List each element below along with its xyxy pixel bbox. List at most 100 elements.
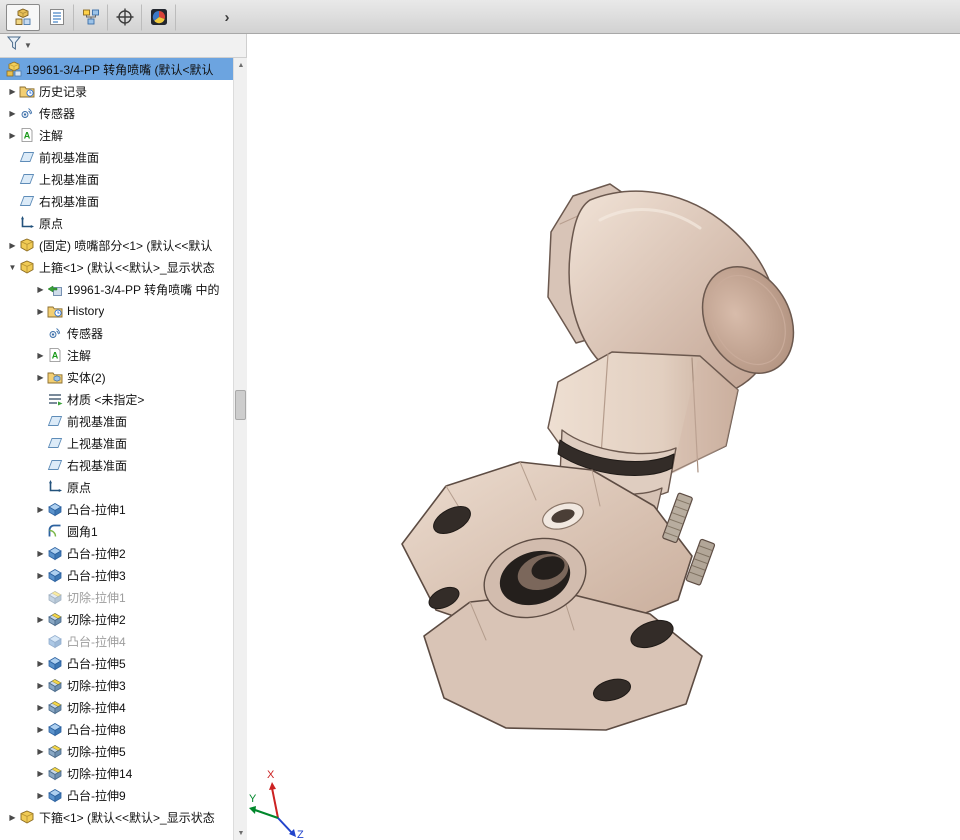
tree-item[interactable]: 材质 <未指定> (0, 388, 233, 410)
expand-arrow[interactable]: ▶ (6, 241, 19, 250)
plane-icon (47, 435, 63, 451)
tree-item[interactable]: 原点 (0, 476, 233, 498)
expand-arrow[interactable]: ▶ (34, 285, 47, 294)
tree-scrollbar[interactable]: ▲ ▼ (233, 58, 248, 840)
tree-item[interactable]: 传感器 (0, 322, 233, 344)
cut-icon (47, 699, 63, 715)
tree-item-label: 右视基准面 (39, 194, 100, 209)
tree-item[interactable]: 前视基准面 (0, 146, 233, 168)
expand-arrow[interactable]: ▶ (6, 87, 19, 96)
plane-icon (19, 193, 35, 209)
origin-icon (47, 479, 63, 495)
filter-caret-icon[interactable]: ▼ (24, 41, 32, 50)
expand-arrow[interactable]: ▶ (6, 813, 19, 822)
tree-item[interactable]: ▶ 凸台-拉伸8 (0, 718, 233, 740)
tree-item-label: History (67, 304, 105, 318)
tree-item[interactable]: 凸台-拉伸4 (0, 630, 233, 652)
tree-item[interactable]: ▶ 凸台-拉伸9 (0, 784, 233, 806)
tree-item[interactable]: 上视基准面 (0, 168, 233, 190)
tab-propertymanager[interactable] (40, 3, 74, 31)
tree-item[interactable]: ▶ 19961-3/4-PP 转角喷嘴 中的 (0, 278, 233, 300)
expand-arrow[interactable]: ▶ (6, 131, 19, 140)
tree-item[interactable]: ▶ A 注解 (0, 124, 233, 146)
assembly-icon (6, 61, 22, 77)
tab-featuremanager-design-tree[interactable] (6, 3, 40, 31)
tree-item[interactable]: 19961-3/4-PP 转角喷嘴 (默认<默认 (0, 58, 233, 80)
expand-arrow[interactable]: ▶ (34, 549, 47, 558)
tree-item[interactable]: ▶ 传感器 (0, 102, 233, 124)
cut-icon (47, 589, 63, 605)
tree-item-label: 19961-3/4-PP 转角喷嘴 (默认<默认 (26, 62, 214, 77)
expand-arrow[interactable]: ▼ (6, 263, 19, 272)
plane-icon (19, 171, 35, 187)
tree-item[interactable]: ▶ 凸台-拉伸1 (0, 498, 233, 520)
boss-icon (47, 567, 63, 583)
scrollbar-down-icon[interactable]: ▼ (234, 826, 248, 840)
tree-item[interactable]: ▶ 切除-拉伸4 (0, 696, 233, 718)
tree-item[interactable]: ▶ 凸台-拉伸3 (0, 564, 233, 586)
expand-arrow[interactable]: ▶ (6, 109, 19, 118)
expand-arrow[interactable]: ▶ (34, 725, 47, 734)
tree-item[interactable]: ▶ 凸台-拉伸5 (0, 652, 233, 674)
svg-text:A: A (24, 131, 31, 141)
panel-flyout-chevron-icon[interactable]: › (216, 5, 238, 29)
expand-arrow[interactable]: ▶ (34, 351, 47, 360)
tree-item-label: 右视基准面 (67, 458, 128, 473)
tree-item[interactable]: ▶ 切除-拉伸2 (0, 608, 233, 630)
origin-icon (19, 215, 35, 231)
filter-funnel-icon[interactable] (6, 35, 22, 56)
expand-arrow[interactable]: ▶ (34, 769, 47, 778)
tree-item[interactable]: ▶ 切除-拉伸3 (0, 674, 233, 696)
expand-arrow[interactable]: ▶ (34, 615, 47, 624)
graphics-viewport[interactable]: X Y Z (247, 34, 960, 840)
tree-item[interactable]: ▼ 上箍<1> (默认<<默认>_显示状态 (0, 256, 233, 278)
tree-item[interactable]: 右视基准面 (0, 454, 233, 476)
tree-item[interactable]: ▶ (固定) 喷嘴部分<1> (默认<<默认 (0, 234, 233, 256)
scrollbar-thumb[interactable] (235, 390, 246, 420)
tab-configurationmanager[interactable] (74, 3, 108, 31)
tree-item-label: 前视基准面 (39, 150, 100, 165)
expand-arrow[interactable]: ▶ (34, 373, 47, 382)
tree-item-label: 注解 (39, 128, 64, 143)
expand-arrow[interactable]: ▶ (34, 307, 47, 316)
boss-icon (47, 655, 63, 671)
tree-item[interactable]: 切除-拉伸1 (0, 586, 233, 608)
tree-item[interactable]: ▶ History (0, 300, 233, 322)
solids-icon (47, 369, 63, 385)
expand-arrow[interactable]: ▶ (34, 681, 47, 690)
expand-arrow[interactable]: ▶ (34, 791, 47, 800)
cut-icon (47, 611, 63, 627)
expand-arrow[interactable]: ▶ (34, 505, 47, 514)
expand-arrow[interactable]: ▶ (34, 703, 47, 712)
tree-item[interactable]: ▶ 历史记录 (0, 80, 233, 102)
expand-arrow[interactable]: ▶ (34, 747, 47, 756)
tree-item[interactable]: ▶ A 注解 (0, 344, 233, 366)
tree-item[interactable]: 前视基准面 (0, 410, 233, 432)
tree-item[interactable]: ▶ 实体(2) (0, 366, 233, 388)
tree-item-label: 原点 (39, 216, 64, 231)
tree-item-label: 切除-拉伸3 (67, 678, 126, 693)
boss-icon (47, 721, 63, 737)
triad-y-label: Y (249, 793, 257, 805)
derived-icon (47, 281, 63, 297)
expand-arrow[interactable]: ▶ (34, 571, 47, 580)
tree-item[interactable]: 右视基准面 (0, 190, 233, 212)
feature-tree: 19961-3/4-PP 转角喷嘴 (默认<默认 ▶ 历史记录 ▶ 传感器 ▶ A 注解 前视基… (0, 58, 233, 840)
tree-item-label: 上视基准面 (39, 172, 100, 187)
tree-item[interactable]: 原点 (0, 212, 233, 234)
tree-item[interactable]: ▶ 切除-拉伸14 (0, 762, 233, 784)
tree-item-label: 传感器 (67, 326, 104, 341)
fillet-icon (47, 523, 63, 539)
boss-icon (47, 501, 63, 517)
cut-icon (47, 743, 63, 759)
tree-item[interactable]: ▶ 凸台-拉伸2 (0, 542, 233, 564)
tree-item-label: 凸台-拉伸2 (67, 546, 126, 561)
tree-item[interactable]: ▶ 切除-拉伸5 (0, 740, 233, 762)
tree-item[interactable]: 圆角1 (0, 520, 233, 542)
tab-displaymanager[interactable] (142, 3, 176, 31)
tab-dimxpertmanager[interactable] (108, 3, 142, 31)
expand-arrow[interactable]: ▶ (34, 659, 47, 668)
scrollbar-up-icon[interactable]: ▲ (234, 58, 248, 72)
tree-item[interactable]: 上视基准面 (0, 432, 233, 454)
tree-item[interactable]: ▶ 下箍<1> (默认<<默认>_显示状态 (0, 806, 233, 828)
